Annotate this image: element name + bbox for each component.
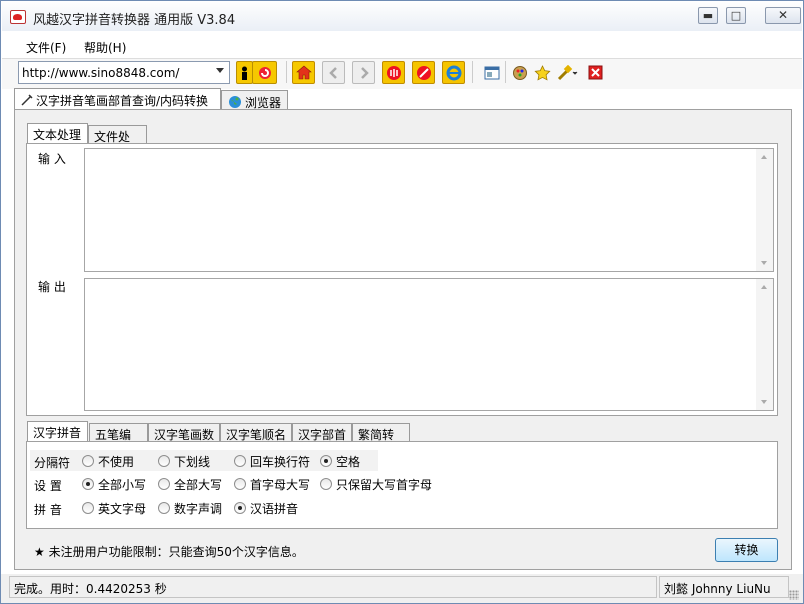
radio-dot[interactable] <box>82 455 94 467</box>
input-scrollbar[interactable] <box>756 149 773 271</box>
author-text: 刘懿 Johnny LiuNu <box>659 576 789 598</box>
radio-dot[interactable] <box>158 455 170 467</box>
scroll-down-icon[interactable] <box>761 400 767 404</box>
radio-dot[interactable] <box>320 478 332 490</box>
radio-dot-selected[interactable] <box>82 478 94 490</box>
radio-label: 首字母大写 <box>250 477 311 492</box>
tab-browser[interactable]: 浏览器 <box>221 90 288 110</box>
refresh-icon[interactable] <box>252 61 277 84</box>
radio-dot[interactable] <box>158 502 170 514</box>
radio-dot-selected[interactable] <box>320 455 332 467</box>
tab-radical[interactable]: 汉字部首 <box>292 423 352 442</box>
back-icon[interactable] <box>322 61 345 84</box>
input-textarea[interactable] <box>84 148 774 272</box>
radio-dot[interactable] <box>234 478 246 490</box>
home-icon[interactable] <box>292 61 315 84</box>
forward-icon[interactable] <box>352 61 375 84</box>
reload-icon[interactable] <box>382 61 405 84</box>
tab-icon <box>21 94 33 106</box>
radio-dot[interactable] <box>158 478 170 490</box>
radio-label: 全部小写 <box>98 477 147 492</box>
tab-stroke-count[interactable]: 汉字笔画数 <box>148 423 220 442</box>
convert-button[interactable]: 转换 <box>715 538 778 562</box>
radio-label: 数字声调 <box>174 501 223 516</box>
scroll-up-icon[interactable] <box>761 285 767 289</box>
window-title: 风越汉字拼音转换器 通用版 V3.84 <box>33 13 236 28</box>
radio-label: 全部大写 <box>174 477 223 492</box>
radio-label: 下划线 <box>174 454 211 469</box>
radio-label: 汉语拼音 <box>250 501 299 516</box>
maximize-button[interactable]: □ <box>726 7 746 24</box>
ie-icon[interactable] <box>442 61 465 84</box>
menu-help[interactable]: 帮助(H) <box>84 39 126 56</box>
tab-hanzi-query-label: 汉字拼音笔画部首查询/内码转换 <box>36 94 209 108</box>
output-scrollbar[interactable] <box>756 279 773 410</box>
toolbar-separator <box>472 61 473 83</box>
radio-uppercase[interactable]: 全部大写 <box>158 476 222 492</box>
close-red-icon[interactable] <box>584 61 607 84</box>
globe-icon <box>228 95 242 109</box>
chevron-down-icon[interactable] <box>216 68 224 73</box>
radio-hanyu-pinyin[interactable]: 汉语拼音 <box>234 500 298 516</box>
setting-label: 设 置 <box>34 479 62 493</box>
tab-file-processing[interactable]: 文件处理 <box>88 125 147 161</box>
tab-pinyin[interactable]: 汉字拼音 <box>27 421 88 442</box>
separator-label: 分隔符 <box>34 456 71 470</box>
radio-label: 只保留大写首字母 <box>336 477 433 492</box>
radio-dot[interactable] <box>82 502 94 514</box>
tab-trad-simp[interactable]: 繁简转换 <box>352 423 410 459</box>
radio-label: 英文字母 <box>98 501 147 516</box>
radio-dot[interactable] <box>234 455 246 467</box>
radio-label: 空格 <box>336 454 361 469</box>
radio-sep-newline[interactable]: 回车换行符 <box>234 453 310 469</box>
url-combobox[interactable]: http://www.sino8848.com/ <box>18 61 230 84</box>
scroll-down-icon[interactable] <box>761 261 767 265</box>
star-icon[interactable] <box>531 61 554 84</box>
stop-icon[interactable] <box>412 61 435 84</box>
radio-letters[interactable]: 英文字母 <box>82 500 146 516</box>
output-label: 输 出 <box>38 280 66 294</box>
notice-text: ★ 未注册用户功能限制：只能查询50个汉字信息。 <box>34 545 304 559</box>
tab-browser-label: 浏览器 <box>245 96 282 110</box>
tab-text-processing[interactable]: 文本处理 <box>27 123 88 144</box>
window-icon[interactable] <box>480 61 503 84</box>
radio-lowercase[interactable]: 全部小写 <box>82 476 146 492</box>
radio-initials[interactable]: 只保留大写首字母 <box>320 476 432 492</box>
minimize-button[interactable]: ▬ <box>698 7 718 24</box>
tab-wubi[interactable]: 五笔编码 <box>89 423 148 459</box>
toolbar-separator <box>286 61 287 83</box>
radio-capitalize[interactable]: 首字母大写 <box>234 476 310 492</box>
input-label: 输 入 <box>38 152 66 166</box>
app-logo-icon <box>10 10 26 24</box>
tools-icon[interactable] <box>555 61 581 84</box>
radio-sep-space[interactable]: 空格 <box>320 453 360 469</box>
pinyin-label: 拼 音 <box>34 503 62 517</box>
radio-tone-numbers[interactable]: 数字声调 <box>158 500 222 516</box>
radio-sep-underscore[interactable]: 下划线 <box>158 453 210 469</box>
close-button[interactable]: ✕ <box>765 7 801 24</box>
radio-sep-none[interactable]: 不使用 <box>82 453 134 469</box>
radio-label: 回车换行符 <box>250 454 311 469</box>
menu-file[interactable]: 文件(F) <box>26 39 66 56</box>
scroll-up-icon[interactable] <box>761 155 767 159</box>
menu-bar: 文件(F) 帮助(H) <box>2 31 802 59</box>
status-text: 完成。用时：0.4420253 秒 <box>9 576 657 598</box>
person-icon[interactable] <box>236 61 253 84</box>
resize-grip[interactable] <box>789 590 799 600</box>
radio-label: 不使用 <box>98 454 135 469</box>
toolbar-separator <box>505 61 506 83</box>
output-textarea[interactable] <box>84 278 774 411</box>
radio-dot-selected[interactable] <box>234 502 246 514</box>
palette-icon[interactable] <box>508 61 531 84</box>
tab-hanzi-query[interactable]: 汉字拼音笔画部首查询/内码转换 <box>14 88 221 110</box>
tab-stroke-order[interactable]: 汉字笔顺名 <box>220 423 292 442</box>
title-bar: 风越汉字拼音转换器 通用版 V3.84 ▬ □ ✕ <box>2 2 802 31</box>
